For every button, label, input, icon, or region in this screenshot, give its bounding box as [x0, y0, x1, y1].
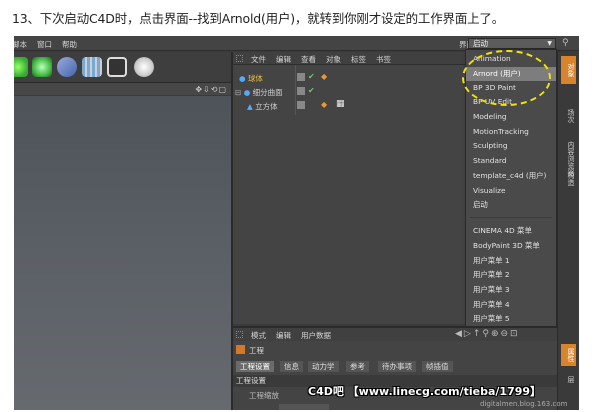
visibility-toggle[interactable]: [297, 101, 305, 109]
layout-option[interactable]: Modeling: [466, 110, 556, 124]
cube-object-icon: ▲: [247, 102, 253, 111]
om-menu-edit[interactable]: 编辑: [276, 54, 291, 65]
viewport-nav-icons[interactable]: ✥⇩⟲▢: [195, 85, 227, 94]
object-label: 细分曲面: [252, 88, 283, 97]
nav-arrow-icons[interactable]: ◀▷↑⚲⊕⊖⊡: [455, 329, 520, 339]
check-icon[interactable]: ✔: [308, 86, 315, 95]
grip-icon[interactable]: [236, 331, 243, 338]
tutorial-page: 13、下次启动C4D时，点击界面--找到Arnold(用户)，就转到你刚才设定的…: [0, 0, 593, 412]
visibility-toggle[interactable]: [297, 87, 305, 95]
gear-tool-icon[interactable]: [32, 57, 52, 77]
layout-option[interactable]: 用户菜单 5: [466, 312, 556, 326]
watermark-text: C4D吧 【www.linecg.com/tieba/1799】: [308, 385, 542, 398]
check-icon[interactable]: ✔: [308, 72, 315, 81]
tutorial-caption: 13、下次启动C4D时，点击界面--找到Arnold(用户)，就转到你刚才设定的…: [12, 11, 505, 26]
project-icon: [236, 345, 245, 354]
floor-tool-icon[interactable]: [82, 57, 102, 77]
layout-option[interactable]: 用户菜单 3: [466, 283, 556, 297]
side-tab-structure[interactable]: 构造: [561, 168, 576, 190]
material-tag-icon[interactable]: ◆: [321, 72, 327, 81]
attribute-manager-menubar: 模式 编辑 用户数据 ◀▷↑⚲⊕⊖⊡: [233, 328, 557, 341]
om-menu-object[interactable]: 对象: [326, 54, 341, 65]
c4d-screenshot: 脚本 窗口 帮助 界面: 启动 ▼ ⚲ ✥⇩⟲▢ 文件: [14, 36, 579, 410]
viewport-header: ✥⇩⟲▢: [14, 82, 231, 95]
am-menu-edit[interactable]: 编辑: [276, 330, 291, 341]
tool-icon-bar: [14, 52, 231, 82]
side-tab-layers[interactable]: 层: [561, 370, 576, 388]
sphere-tool-icon[interactable]: [14, 57, 28, 77]
checker-tag-icon[interactable]: ▦: [336, 99, 345, 109]
layout-option[interactable]: CINEMA 4D 菜单: [466, 224, 556, 238]
light-tool-icon[interactable]: [134, 57, 154, 77]
layout-option[interactable]: MotionTracking: [466, 125, 556, 139]
tab-dynamics[interactable]: 动力学: [308, 361, 339, 372]
side-tab-takes[interactable]: 场次: [561, 102, 576, 130]
layout-option[interactable]: Standard: [466, 154, 556, 168]
object-label: 立方体: [255, 102, 278, 111]
expand-icon[interactable]: ⊟: [235, 88, 241, 97]
layout-option[interactable]: 用户菜单 2: [466, 268, 556, 282]
layout-option[interactable]: 用户菜单 4: [466, 298, 556, 312]
deformer-tool-icon[interactable]: [57, 57, 77, 77]
object-label: 球体: [247, 74, 263, 83]
layout-option[interactable]: 启动: [466, 198, 556, 212]
attribute-title: 工程: [236, 345, 264, 357]
search-icon[interactable]: ⚲: [562, 38, 574, 49]
layout-option[interactable]: Visualize: [466, 184, 556, 198]
menu-script[interactable]: 脚本: [14, 39, 27, 50]
grip-icon[interactable]: [236, 55, 243, 62]
am-menu-mode[interactable]: 模式: [251, 330, 266, 341]
am-menu-userdata[interactable]: 用户数据: [301, 330, 331, 341]
layout-select-value: 启动: [473, 39, 488, 48]
menu-window[interactable]: 窗口: [37, 39, 52, 50]
tab-todo[interactable]: 待办事项: [378, 361, 416, 372]
om-menu-file[interactable]: 文件: [251, 54, 266, 65]
blog-url: digitalmen.blog.163.com: [480, 400, 568, 408]
layout-select[interactable]: 启动 ▼: [468, 38, 556, 49]
tab-interpolation[interactable]: 帧插值: [422, 361, 453, 372]
material-tag-icon[interactable]: ◆: [321, 100, 327, 109]
layout-option[interactable]: Sculpting: [466, 139, 556, 153]
camera-tool-icon[interactable]: [107, 57, 127, 77]
tab-project-settings[interactable]: 工程设置: [236, 361, 274, 372]
object-name: ▲ 立方体: [247, 101, 278, 112]
menu-separator: [470, 217, 552, 218]
subdivision-object-icon: ●: [243, 88, 251, 97]
sphere-object-icon: ●: [239, 74, 246, 83]
side-tab-strip: 对象 场次 内容浏览器 构造 属性 层: [557, 52, 579, 410]
viewport[interactable]: [14, 96, 231, 410]
object-name: ● 球体: [239, 73, 263, 84]
side-tab-attributes[interactable]: 属性: [561, 344, 576, 366]
menu-help[interactable]: 帮助: [62, 39, 77, 50]
object-name: ⊟ ● 细分曲面: [235, 87, 283, 98]
layout-option[interactable]: BodyPaint 3D 菜单: [466, 239, 556, 253]
om-menu-tag[interactable]: 标签: [351, 54, 366, 65]
layout-option[interactable]: template_c4d (用户): [466, 169, 556, 183]
highlight-ring: [462, 50, 551, 106]
tab-info[interactable]: 信息: [280, 361, 303, 372]
settings-button[interactable]: [279, 404, 329, 410]
layout-option[interactable]: 用户菜单 1: [466, 254, 556, 268]
attribute-title-label: 工程: [249, 346, 264, 355]
tab-reference[interactable]: 参考: [346, 361, 369, 372]
visibility-toggle[interactable]: [297, 73, 305, 81]
side-tab-objects[interactable]: 对象: [561, 56, 576, 84]
om-menu-bookmark[interactable]: 书签: [376, 54, 391, 65]
om-menu-view[interactable]: 查看: [301, 54, 316, 65]
chevron-down-icon: ▼: [547, 40, 552, 47]
field-label: 工程缩放: [249, 391, 279, 400]
